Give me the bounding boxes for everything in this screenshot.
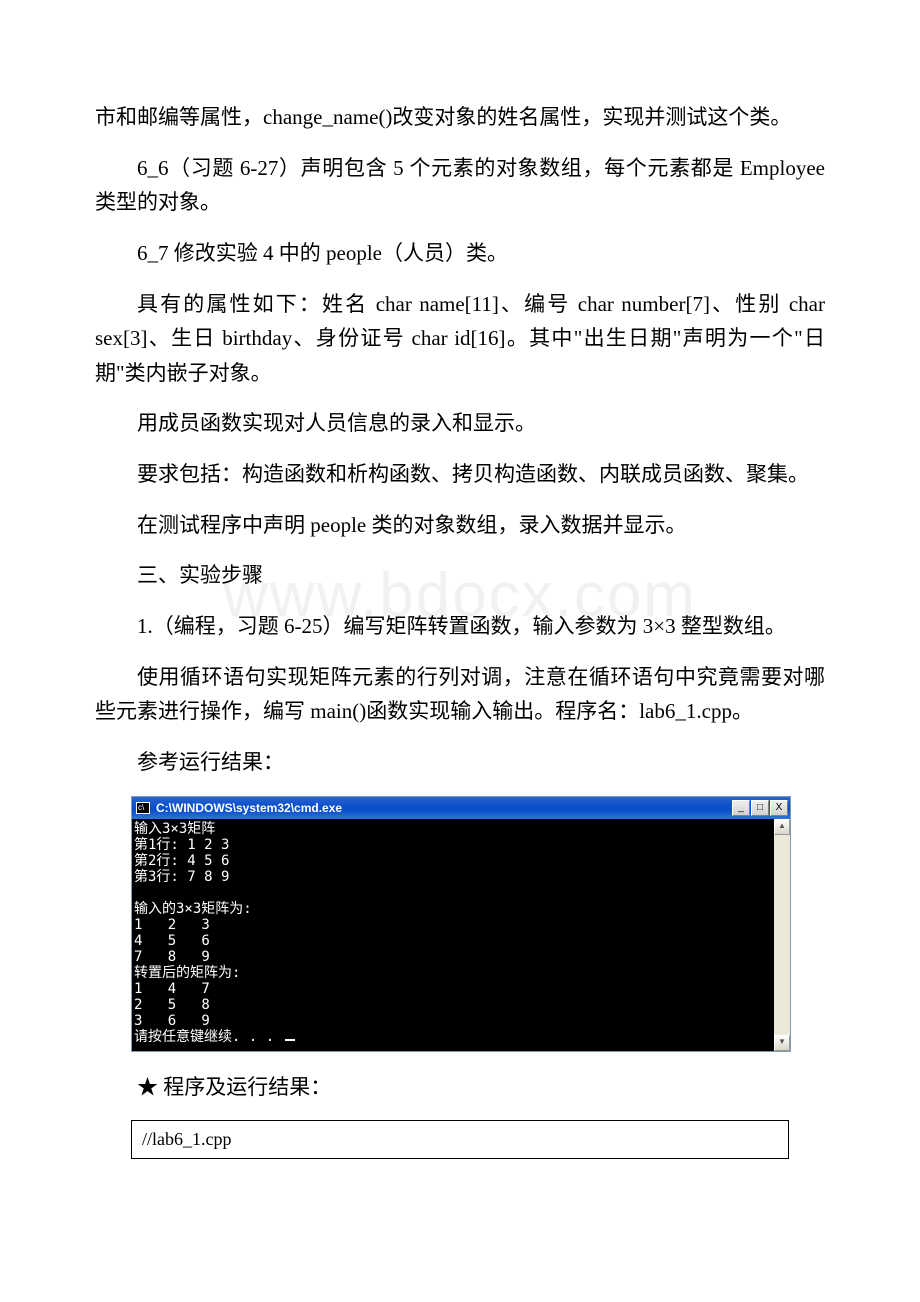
console-screenshot: c\ C:\WINDOWS\system32\cmd.exe _ □ X 输入3… xyxy=(131,796,791,1052)
code-box: //lab6_1.cpp xyxy=(131,1120,789,1159)
scroll-track[interactable] xyxy=(774,835,790,1035)
paragraph: 用成员函数实现对人员信息的录入和显示。 xyxy=(95,406,825,441)
scroll-up-button[interactable]: ▲ xyxy=(774,819,790,835)
paragraph: 1.（编程，习题 6-25）编写矩阵转置函数，输入参数为 3×3 整型数组。 xyxy=(95,609,825,644)
paragraph: 市和邮编等属性，change_name()改变对象的姓名属性，实现并测试这个类。 xyxy=(95,100,825,135)
document-body: 市和邮编等属性，change_name()改变对象的姓名属性，实现并测试这个类。… xyxy=(95,100,825,1159)
paragraph: 使用循环语句实现矩阵元素的行列对调，注意在循环语句中究竟需要对哪些元素进行操作，… xyxy=(95,660,825,729)
cmd-icon: c\ xyxy=(136,802,150,814)
minimize-button[interactable]: _ xyxy=(732,800,750,816)
console-output: 输入3×3矩阵 第1行: 1 2 3 第2行: 4 5 6 第3行: 7 8 9… xyxy=(132,819,774,1051)
window-title: C:\WINDOWS\system32\cmd.exe xyxy=(156,801,342,815)
maximize-button[interactable]: □ xyxy=(751,800,769,816)
console-window: c\ C:\WINDOWS\system32\cmd.exe _ □ X 输入3… xyxy=(131,796,791,1052)
scroll-down-button[interactable]: ▼ xyxy=(774,1035,790,1051)
paragraph: 参考运行结果： xyxy=(95,745,825,780)
paragraph: 6_7 修改实验 4 中的 people（人员）类。 xyxy=(95,236,825,271)
vertical-scrollbar[interactable]: ▲ ▼ xyxy=(774,819,790,1051)
paragraph: 6_6（习题 6-27）声明包含 5 个元素的对象数组，每个元素都是 Emplo… xyxy=(95,151,825,220)
console-cursor xyxy=(285,1039,295,1041)
section-heading: 三、实验步骤 xyxy=(95,558,825,593)
paragraph: ★ 程序及运行结果： xyxy=(95,1070,825,1105)
window-titlebar: c\ C:\WINDOWS\system32\cmd.exe _ □ X xyxy=(132,797,790,819)
paragraph: 要求包括：构造函数和析构函数、拷贝构造函数、内联成员函数、聚集。 xyxy=(95,457,825,492)
code-line: //lab6_1.cpp xyxy=(142,1126,778,1153)
close-button[interactable]: X xyxy=(770,800,788,816)
paragraph: 在测试程序中声明 people 类的对象数组，录入数据并显示。 xyxy=(95,508,825,543)
window-buttons: _ □ X xyxy=(732,800,788,816)
paragraph: 具有的属性如下：姓名 char name[11]、编号 char number[… xyxy=(95,287,825,391)
